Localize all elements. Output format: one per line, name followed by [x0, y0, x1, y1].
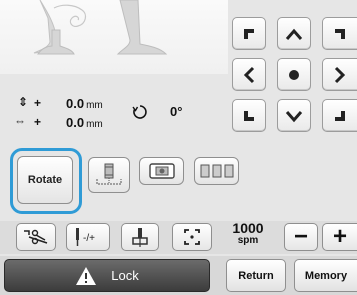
arrow-up-left-button[interactable] — [232, 17, 266, 50]
preview-canvas — [0, 0, 228, 74]
arrow-down-button[interactable] — [277, 99, 311, 132]
speed-value: 1000 — [232, 220, 264, 236]
arrow-up-icon — [285, 28, 303, 40]
arrow-down-left-button[interactable] — [232, 99, 266, 132]
vertical-offset-plus: + — [34, 96, 42, 110]
vertical-offset-icon: ⇕ — [18, 95, 29, 109]
trial-area-button[interactable] — [172, 223, 212, 251]
needle-position-icon: -/+ — [76, 228, 95, 246]
speed-increase-button[interactable]: + — [322, 223, 357, 251]
speed-decrease-button[interactable]: − — [284, 223, 318, 251]
arrow-down-right-button[interactable] — [322, 99, 357, 132]
center-icon — [289, 69, 299, 80]
frame-preview-button[interactable] — [139, 157, 184, 185]
multi-spool-button[interactable] — [194, 157, 239, 185]
vertical-offset-readout: 0.0 mm — [66, 96, 103, 111]
rotation-value: 0° — [170, 104, 183, 119]
arrow-up-right-button[interactable] — [322, 17, 357, 50]
pattern-preview — [0, 0, 228, 74]
multi-spool-icon — [200, 164, 233, 178]
horizontal-offset-readout: 0.0 mm — [66, 115, 103, 130]
presser-foot-button[interactable] — [121, 223, 159, 251]
presser-foot-icon — [132, 228, 148, 247]
speed-display: 1000 spm — [226, 220, 270, 254]
thread-spool-preview-icon — [96, 163, 122, 185]
embroidery-frame-icon — [148, 163, 175, 179]
horizontal-offset-value: 0.0 — [66, 115, 85, 130]
arrow-up-button[interactable] — [277, 17, 311, 50]
embroidery-letters-image — [33, 0, 168, 55]
vertical-offset-unit: mm — [86, 100, 103, 111]
arrow-down-right-icon — [335, 110, 345, 121]
arrow-left-icon — [243, 66, 255, 83]
vertical-offset-value: 0.0 — [66, 96, 85, 111]
horizontal-offset-icon: ⇔ — [14, 114, 26, 128]
arrow-right-icon — [334, 66, 346, 83]
cut-thread-icon — [24, 229, 48, 245]
needle-position-button[interactable]: -/+ — [66, 223, 110, 251]
center-button[interactable] — [277, 58, 311, 91]
trial-area-icon — [184, 229, 200, 245]
rotation-icon — [132, 104, 148, 125]
lock-label: Lock — [111, 268, 139, 283]
speed-unit: spm — [237, 235, 259, 246]
lock-button[interactable]: Lock — [4, 259, 210, 292]
arrow-up-left-icon — [244, 28, 254, 39]
warning-icon — [76, 266, 97, 285]
horizontal-offset-unit: mm — [86, 119, 103, 130]
thread-cut-button[interactable] — [16, 223, 56, 251]
rotate-button[interactable]: Rotate — [17, 156, 73, 204]
arrow-down-left-icon — [244, 110, 254, 121]
horizontal-offset-plus: + — [34, 115, 42, 129]
thread-preview-button[interactable] — [88, 157, 130, 193]
memory-button[interactable]: Memory — [294, 259, 357, 292]
arrow-right-button[interactable] — [322, 58, 357, 91]
return-button[interactable]: Return — [226, 259, 286, 292]
arrow-up-right-icon — [335, 28, 345, 39]
arrow-down-icon — [285, 110, 303, 122]
arrow-left-button[interactable] — [232, 58, 266, 91]
svg-text:-/+: -/+ — [83, 233, 95, 244]
